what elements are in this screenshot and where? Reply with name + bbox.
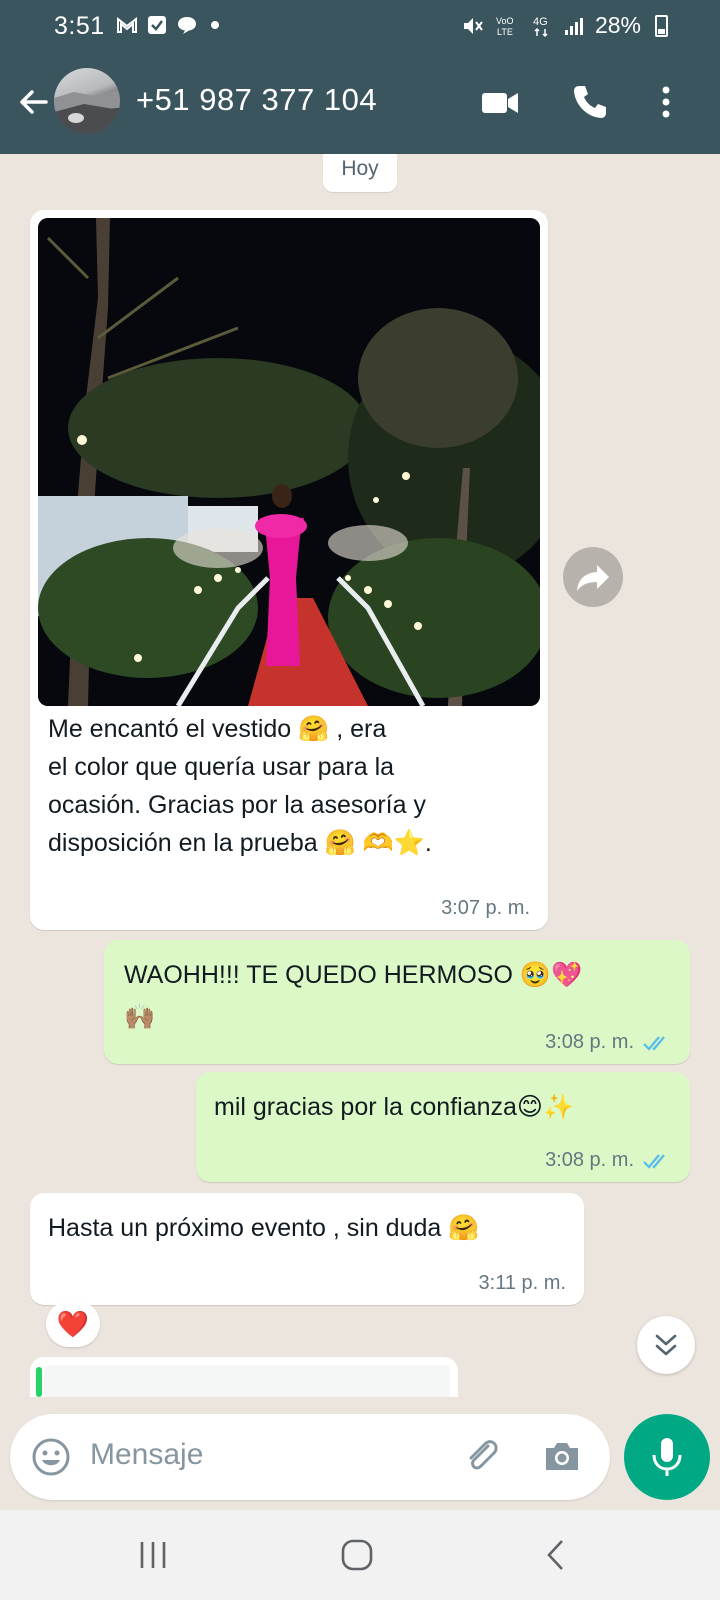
quoted-reply [44,1365,450,1397]
message-line: Hasta un próximo evento , sin duda 🤗 [48,1214,480,1242]
svg-text:VoO: VoO [496,16,514,26]
message-composer[interactable]: Mensaje [10,1414,610,1500]
read-receipt-icon [643,1035,665,1051]
message-bubble-outgoing[interactable]: WAOHH!!! TE QUEDO HERMOSO 🥹💖 🙌🏽 3:08 p. … [104,940,690,1064]
message-time: 3:08 p. m. [545,1031,634,1053]
message-line: mil gracias por la confianza😊✨ [214,1093,575,1121]
video-call-icon[interactable] [480,82,520,122]
message-meta: 3:07 p. m. [441,897,530,920]
signal-icon [564,17,583,35]
scroll-to-bottom-button[interactable] [637,1316,695,1374]
system-nav-bar [0,1510,720,1600]
message-input[interactable]: Mensaje [90,1438,203,1472]
gmail-icon [117,16,137,33]
avatar-photo-icon [54,90,120,134]
message-time: 3:11 p. m. [478,1272,566,1294]
system-icons: VoO LTE 4G 28% [461,12,668,39]
back-nav-icon[interactable] [544,1538,568,1572]
message-meta: 3:11 p. m. [479,1272,566,1295]
heart-reaction[interactable]: ❤️ [46,1301,100,1347]
message-text: WAOHH!!! TE QUEDO HERMOSO 🥹💖 🙌🏽 [124,954,674,1038]
emoji-icon[interactable] [30,1436,72,1478]
recent-apps-icon[interactable] [138,1538,168,1572]
date-chip: Hoy [323,154,397,192]
chat-header: +51 987 377 104 [0,52,720,154]
microphone-icon [652,1438,682,1476]
message-line: ocasión. Gracias por la asesoría y [48,791,426,819]
svg-text:LTE: LTE [497,27,513,37]
message-text: Hasta un próximo evento , sin duda 🤗 [48,1209,578,1247]
partial-message-bubble[interactable] [30,1357,458,1397]
message-bubble-incoming[interactable]: Me encantó el vestido 🤗 , era el color q… [30,210,548,930]
chat-area[interactable]: Hoy Me encantó el vestido 🤗 , era el col… [0,154,720,1410]
message-bubble-incoming[interactable]: Hasta un próximo evento , sin duda 🤗 3:1… [30,1193,584,1305]
home-icon[interactable] [340,1538,374,1572]
message-line: el color que quería usar para la [48,753,395,781]
message-line: disposición en la prueba 🤗 🫶⭐. [48,829,432,857]
check-box-icon [148,16,166,34]
notification-icons [116,14,228,36]
chat-bubble-icon [178,17,196,34]
message-meta: 3:08 p. m. [545,1149,672,1172]
message-photo[interactable] [38,218,540,706]
message-meta: 3:08 p. m. [545,1031,672,1054]
double-chevron-down-icon [655,1334,677,1356]
read-receipt-icon [643,1153,665,1169]
message-bubble-outgoing[interactable]: mil gracias por la confianza😊✨ 3:08 p. m… [196,1072,690,1182]
volte-icon: VoO LTE [496,16,514,37]
attach-icon[interactable] [460,1434,504,1478]
event-photo [38,218,540,706]
mute-icon [463,17,483,34]
contact-name[interactable]: +51 987 377 104 [136,82,377,118]
message-line: Me encantó el vestido 🤗 , era [48,715,387,743]
message-text: mil gracias por la confianza😊✨ [214,1088,684,1126]
phone-call-icon[interactable] [570,82,610,122]
more-options-icon[interactable] [646,82,686,122]
message-time: 3:07 p. m. [441,897,530,919]
svg-text:4G: 4G [533,16,548,28]
back-arrow-icon[interactable] [14,82,54,122]
message-time: 3:08 p. m. [545,1149,634,1171]
battery-icon [655,14,668,37]
message-line: WAOHH!!! TE QUEDO HERMOSO 🥹💖 [124,961,583,989]
contact-avatar[interactable] [54,68,120,134]
message-text: Me encantó el vestido 🤗 , era el color q… [48,710,538,862]
status-time: 3:51 [54,12,105,40]
forward-button[interactable] [563,547,623,607]
dot-icon [211,21,219,29]
status-bar: 3:51 VoO LTE 4G 28% [0,0,720,52]
network-4g-icon: 4G [533,16,548,37]
camera-icon[interactable] [540,1434,584,1478]
voice-message-button[interactable] [624,1414,710,1500]
forward-arrow-icon [577,565,609,591]
battery-percent: 28% [594,12,641,38]
